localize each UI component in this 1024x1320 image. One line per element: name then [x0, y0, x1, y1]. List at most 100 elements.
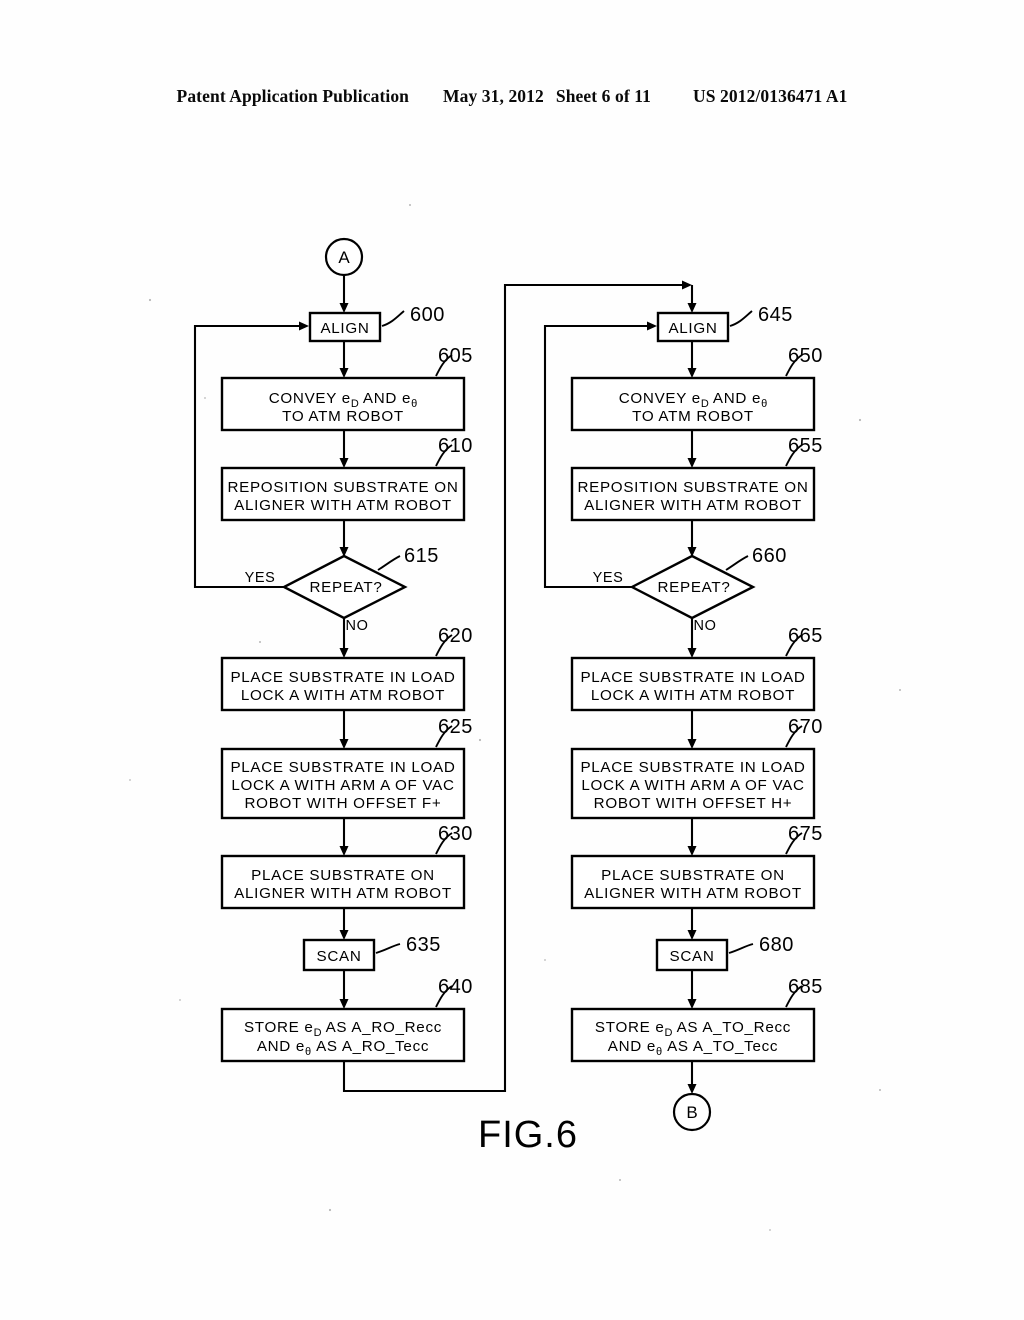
ref-660: 660: [752, 545, 787, 567]
ref-665: 665: [788, 625, 823, 647]
box-place-vac-670-line2: LOCK A WITH ARM A OF VAC: [581, 777, 804, 794]
box-place-loadlock-665: PLACE SUBSTRATE IN LOAD LOCK A WITH ATM …: [570, 656, 816, 712]
ref-630: 630: [438, 823, 473, 845]
ref-645: 645: [758, 304, 793, 326]
box-reposition-610-line2: ALIGNER WITH ATM ROBOT: [234, 497, 452, 514]
decision-repeat-660-label: REPEAT?: [658, 579, 731, 596]
arrowhead-680-685: [687, 999, 697, 1009]
decision-repeat-660: REPEAT?: [629, 554, 756, 620]
arrowhead-yes-615-600: [299, 321, 309, 331]
box-reposition-610-line1: REPOSITION SUBSTRATE ON: [227, 479, 458, 496]
box-scan-635-label: SCAN: [317, 948, 362, 965]
connector-a-label: A: [338, 248, 350, 267]
arrowhead-645-650: [687, 368, 697, 378]
arrowhead-625-630: [339, 846, 349, 856]
arrowhead-600-605: [339, 368, 349, 378]
ref-610: 610: [438, 435, 473, 457]
figure-caption: FIG.6: [478, 1114, 578, 1156]
leader-660: [725, 555, 749, 571]
box-place-vac-625-line2: LOCK A WITH ARM A OF VAC: [231, 777, 454, 794]
arrowhead-620-625: [339, 739, 349, 749]
ref-680: 680: [759, 934, 794, 956]
arrowhead-bridge-into-645: [687, 303, 697, 313]
box-store-640: STORE eD AS A_RO_Recc AND eθ AS A_RO_Tec…: [220, 1007, 466, 1063]
ref-670: 670: [788, 716, 823, 738]
connector-a: A: [324, 237, 364, 277]
leader-615: [377, 555, 401, 571]
box-place-aligner-630-line1: PLACE SUBSTRATE ON: [251, 867, 435, 884]
box-place-aligner-675: PLACE SUBSTRATE ON ALIGNER WITH ATM ROBO…: [570, 854, 816, 910]
box-align-600-label: ALIGN: [320, 320, 369, 337]
label-no-615: NO: [346, 618, 369, 634]
box-convey-605: CONVEY eD AND eθ TO ATM ROBOT: [220, 376, 466, 432]
arrowhead-a-align600: [339, 303, 349, 313]
label-no-660: NO: [694, 618, 717, 634]
box-place-loadlock-620: PLACE SUBSTRATE IN LOAD LOCK A WITH ATM …: [220, 656, 466, 712]
arrowhead-685-connector-b: [687, 1084, 697, 1094]
leader-680: [728, 943, 754, 954]
connector-b-label: B: [686, 1103, 697, 1122]
connector-b: B: [672, 1092, 712, 1132]
leader-600: [381, 310, 405, 327]
box-place-vac-670-line3: ROBOT WITH OFFSET H+: [594, 795, 793, 812]
box-reposition-655-line2: ALIGNER WITH ATM ROBOT: [584, 497, 802, 514]
arrowhead-665-670: [687, 739, 697, 749]
flowchart-figure-6: A ALIGN 600 CONVEY eD AND eθ TO ATM ROBO…: [129, 204, 901, 1231]
box-reposition-610: REPOSITION SUBSTRATE ON ALIGNER WITH ATM…: [220, 466, 466, 522]
label-yes-615: YES: [245, 570, 276, 586]
box-place-aligner-675-line1: PLACE SUBSTRATE ON: [601, 867, 785, 884]
arrowhead-650-655: [687, 458, 697, 468]
box-reposition-655-line1: REPOSITION SUBSTRATE ON: [577, 479, 808, 496]
box-scan-635: SCAN: [302, 938, 376, 972]
leader-645: [729, 310, 753, 327]
box-place-vac-625-line1: PLACE SUBSTRATE IN LOAD: [230, 759, 455, 776]
box-scan-680: SCAN: [655, 938, 729, 972]
box-convey-650: CONVEY eD AND eθ TO ATM ROBOT: [570, 376, 816, 432]
ref-620: 620: [438, 625, 473, 647]
box-reposition-655: REPOSITION SUBSTRATE ON ALIGNER WITH ATM…: [570, 466, 816, 522]
arrowhead-635-640: [339, 999, 349, 1009]
ref-635: 635: [406, 934, 441, 956]
box-place-loadlock-620-line1: PLACE SUBSTRATE IN LOAD: [230, 669, 455, 686]
box-convey-650-line2: TO ATM ROBOT: [632, 408, 754, 425]
decision-repeat-615-label: REPEAT?: [310, 579, 383, 596]
arrowhead-630-635: [339, 930, 349, 940]
arrowhead-615-620: [339, 648, 349, 658]
box-align-645: ALIGN: [656, 311, 730, 343]
ref-655: 655: [788, 435, 823, 457]
box-place-vac-625: PLACE SUBSTRATE IN LOAD LOCK A WITH ARM …: [220, 747, 466, 820]
ref-650: 650: [788, 345, 823, 367]
box-place-vac-625-line3: ROBOT WITH OFFSET F+: [245, 795, 442, 812]
box-align-645-label: ALIGN: [668, 320, 717, 337]
arrowhead-670-675: [687, 846, 697, 856]
arrowhead-660-665: [687, 648, 697, 658]
patent-page: Patent Application Publication May 31, 20…: [0, 0, 1024, 1320]
leader-635: [375, 943, 401, 954]
arrowhead-yes-660-645: [647, 321, 657, 331]
scan-noise: [129, 204, 901, 1231]
box-place-loadlock-665-line1: PLACE SUBSTRATE IN LOAD: [580, 669, 805, 686]
box-place-vac-670: PLACE SUBSTRATE IN LOAD LOCK A WITH ARM …: [570, 747, 816, 820]
ref-625: 625: [438, 716, 473, 738]
box-scan-680-label: SCAN: [670, 948, 715, 965]
arrowhead-bridge-645-down: [682, 280, 692, 290]
box-place-vac-670-line1: PLACE SUBSTRATE IN LOAD: [580, 759, 805, 776]
box-align-600: ALIGN: [308, 311, 382, 343]
box-place-loadlock-665-line2: LOCK A WITH ATM ROBOT: [591, 687, 795, 704]
loop-yes-615-to-600: [193, 324, 300, 589]
box-store-685: STORE eD AS A_TO_Recc AND eθ AS A_TO_Tec…: [570, 1007, 816, 1063]
box-place-aligner-630-line2: ALIGNER WITH ATM ROBOT: [234, 885, 452, 902]
ref-675: 675: [788, 823, 823, 845]
label-yes-660: YES: [593, 570, 624, 586]
box-convey-605-line2: TO ATM ROBOT: [282, 408, 404, 425]
arrowhead-675-680: [687, 930, 697, 940]
ref-615: 615: [404, 545, 439, 567]
decision-repeat-615: REPEAT?: [281, 554, 408, 620]
box-place-loadlock-620-line2: LOCK A WITH ATM ROBOT: [241, 687, 445, 704]
ref-600: 600: [410, 304, 445, 326]
ref-605: 605: [438, 345, 473, 367]
loop-yes-660-to-645: [543, 324, 648, 589]
ref-640: 640: [438, 976, 473, 998]
ref-685: 685: [788, 976, 823, 998]
box-place-aligner-630: PLACE SUBSTRATE ON ALIGNER WITH ATM ROBO…: [220, 854, 466, 910]
